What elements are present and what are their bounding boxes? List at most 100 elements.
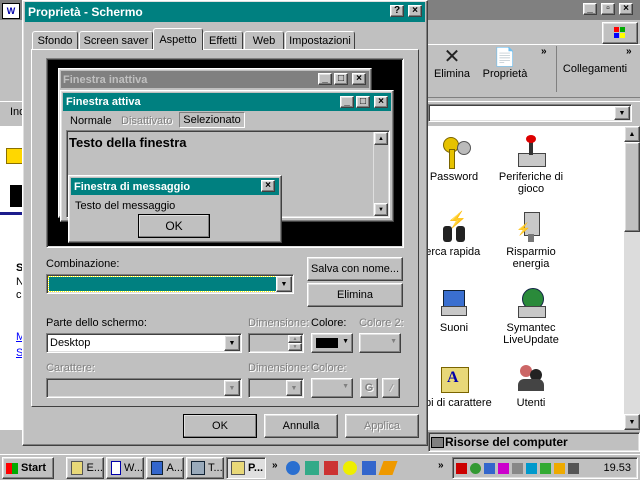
font-color-button[interactable]: ▼ xyxy=(311,378,353,398)
control-panel-item-liveupdate[interactable]: Symantec LiveUpdate xyxy=(491,286,571,346)
properties-icon: 📄 xyxy=(493,47,517,67)
volume-icon[interactable] xyxy=(512,462,523,474)
color-label: Colore: xyxy=(311,317,347,329)
scheme-label: Combinazione: xyxy=(46,258,120,270)
tab-background[interactable]: Sfondo xyxy=(32,31,78,49)
font-color-label: Colore: xyxy=(311,362,347,374)
size-label: Dimensione: xyxy=(248,317,310,329)
tray-icon-6[interactable] xyxy=(526,462,537,474)
webview-text-c: c xyxy=(16,289,22,301)
show-desktop-icon[interactable] xyxy=(362,461,376,475)
scheme-dropdown-button[interactable]: ▼ xyxy=(276,276,292,292)
address-dropdown-button[interactable]: ▼ xyxy=(614,106,630,120)
p-task-icon xyxy=(231,461,245,475)
toolbar-overflow-chevron-icon[interactable]: » xyxy=(541,46,547,57)
explorer-scrollbar[interactable]: ▲ ▼ xyxy=(624,126,640,430)
font-size-select[interactable]: ▼ xyxy=(248,378,304,398)
help-button[interactable]: ? xyxy=(390,5,404,17)
font-size-dropdown-button[interactable]: ▼ xyxy=(286,380,302,396)
color-swatch xyxy=(316,338,338,348)
preview-window-text: Testo della finestra xyxy=(69,135,187,150)
ie-icon[interactable] xyxy=(286,461,300,475)
font-select[interactable]: ▼ xyxy=(46,378,242,398)
tray-icon-3[interactable] xyxy=(484,462,495,474)
taskbar-task-word[interactable]: W... xyxy=(106,457,144,479)
clock[interactable]: 19.53 xyxy=(603,462,637,474)
size-up-icon[interactable]: ▲ xyxy=(288,335,302,343)
toolbar-properties-button[interactable]: 📄 Proprietà xyxy=(480,46,530,80)
delete-x-icon: ✕ xyxy=(443,46,461,68)
tray-overflow-icon[interactable]: » xyxy=(438,460,444,471)
outlook-icon[interactable] xyxy=(305,461,319,475)
preview-msgbox-text: Testo del messaggio xyxy=(75,200,176,212)
item-label: Parte dello schermo: xyxy=(46,317,147,329)
bold-button[interactable]: G xyxy=(360,378,378,398)
explorer-restore-button[interactable]: ▫ xyxy=(601,3,615,15)
tab-effects[interactable]: Effetti xyxy=(203,31,243,49)
password-keys-icon xyxy=(437,135,471,169)
preview-active-maximize: □ xyxy=(356,96,370,108)
scheme-select[interactable]: ▼ xyxy=(46,274,294,294)
quick-launch-overflow-icon[interactable]: » xyxy=(272,460,278,471)
tray-icon-9[interactable] xyxy=(568,462,579,474)
font-dropdown-button[interactable]: ▼ xyxy=(224,380,240,396)
item-dropdown-button[interactable]: ▼ xyxy=(224,335,240,351)
font-label: Carattere: xyxy=(46,362,95,374)
globe-computer-icon xyxy=(514,286,548,320)
a-task-icon xyxy=(151,461,164,475)
taskbar-task-display-properties[interactable]: P... xyxy=(226,457,266,479)
channels-icon[interactable] xyxy=(324,461,338,475)
tray-icon-2[interactable] xyxy=(470,462,481,474)
pencil-icon[interactable] xyxy=(378,461,398,475)
size-stepper[interactable]: ▲ ▼ xyxy=(248,333,304,353)
color-picker-button[interactable]: ▼ xyxy=(311,333,353,353)
toolbar-delete-button[interactable]: ✕ Elimina xyxy=(432,46,472,80)
item-select[interactable]: Desktop ▼ xyxy=(46,333,242,353)
tab-web[interactable]: Web xyxy=(244,31,284,49)
windows-logo-icon xyxy=(602,22,638,44)
delete-scheme-button[interactable]: Elimina xyxy=(307,283,403,307)
preview-active-minimize: _ xyxy=(340,96,354,108)
scroll-down-button[interactable]: ▼ xyxy=(624,414,640,430)
italic-button[interactable]: / xyxy=(382,378,400,398)
tab-screensaver[interactable]: Screen saver xyxy=(79,31,153,49)
taskbar-task-a[interactable]: A... xyxy=(146,457,184,479)
apply-button[interactable]: Applica xyxy=(345,414,419,438)
color2-picker-button[interactable]: ▼ xyxy=(359,333,401,353)
tray-icon-1[interactable] xyxy=(456,462,467,474)
preview-menu-selected: Selezionato xyxy=(179,112,245,128)
tray-icon-7[interactable] xyxy=(540,462,551,474)
explorer-close-button[interactable]: × xyxy=(619,3,633,15)
start-button[interactable]: Start xyxy=(2,457,54,479)
preview-inactive-close: × xyxy=(352,73,366,85)
tab-settings[interactable]: Impostazioni xyxy=(285,31,355,49)
item-selected-value: Desktop xyxy=(50,337,91,349)
ok-button[interactable]: OK xyxy=(183,414,257,438)
preview-msgbox-ok: OK xyxy=(138,214,210,238)
close-button[interactable]: × xyxy=(408,5,422,17)
explorer-status-bar: Risorse del computer xyxy=(428,432,640,452)
search-icon[interactable] xyxy=(343,461,357,475)
tab-appearance[interactable]: Aspetto xyxy=(153,28,203,50)
control-panel-item-power[interactable]: ⚡ Risparmio energia xyxy=(491,210,571,270)
preview-msgbox-close: × xyxy=(261,180,275,192)
tray-icon-4[interactable] xyxy=(498,462,509,474)
save-as-button[interactable]: Salva con nome... xyxy=(307,257,403,281)
links-overflow-chevron-icon[interactable]: » xyxy=(626,46,632,57)
tray-icon-8[interactable] xyxy=(554,462,565,474)
webview-title-fragment xyxy=(10,185,22,207)
size-down-icon[interactable]: ▼ xyxy=(288,343,302,351)
toolbar-links-button[interactable]: Collegamenti xyxy=(556,46,633,92)
scroll-thumb[interactable] xyxy=(624,142,640,232)
address-input[interactable]: ▼ xyxy=(428,104,632,122)
dialog-title-bar[interactable]: Proprietà - Schermo xyxy=(25,2,425,22)
color2-label: Colore 2: xyxy=(359,317,404,329)
control-panel-item-users[interactable]: Utenti xyxy=(491,361,571,409)
explorer-minimize-button[interactable]: _ xyxy=(583,3,597,15)
scroll-up-button[interactable]: ▲ xyxy=(624,126,640,142)
control-panel-item-game-controllers[interactable]: Periferiche di gioco xyxy=(491,135,571,195)
cancel-button[interactable]: Annulla xyxy=(264,414,338,438)
taskbar-task-t[interactable]: T... xyxy=(186,457,224,479)
taskbar-task-explorer[interactable]: E... xyxy=(66,457,104,479)
preview-scrollbar: ▲ ▼ xyxy=(373,132,388,216)
